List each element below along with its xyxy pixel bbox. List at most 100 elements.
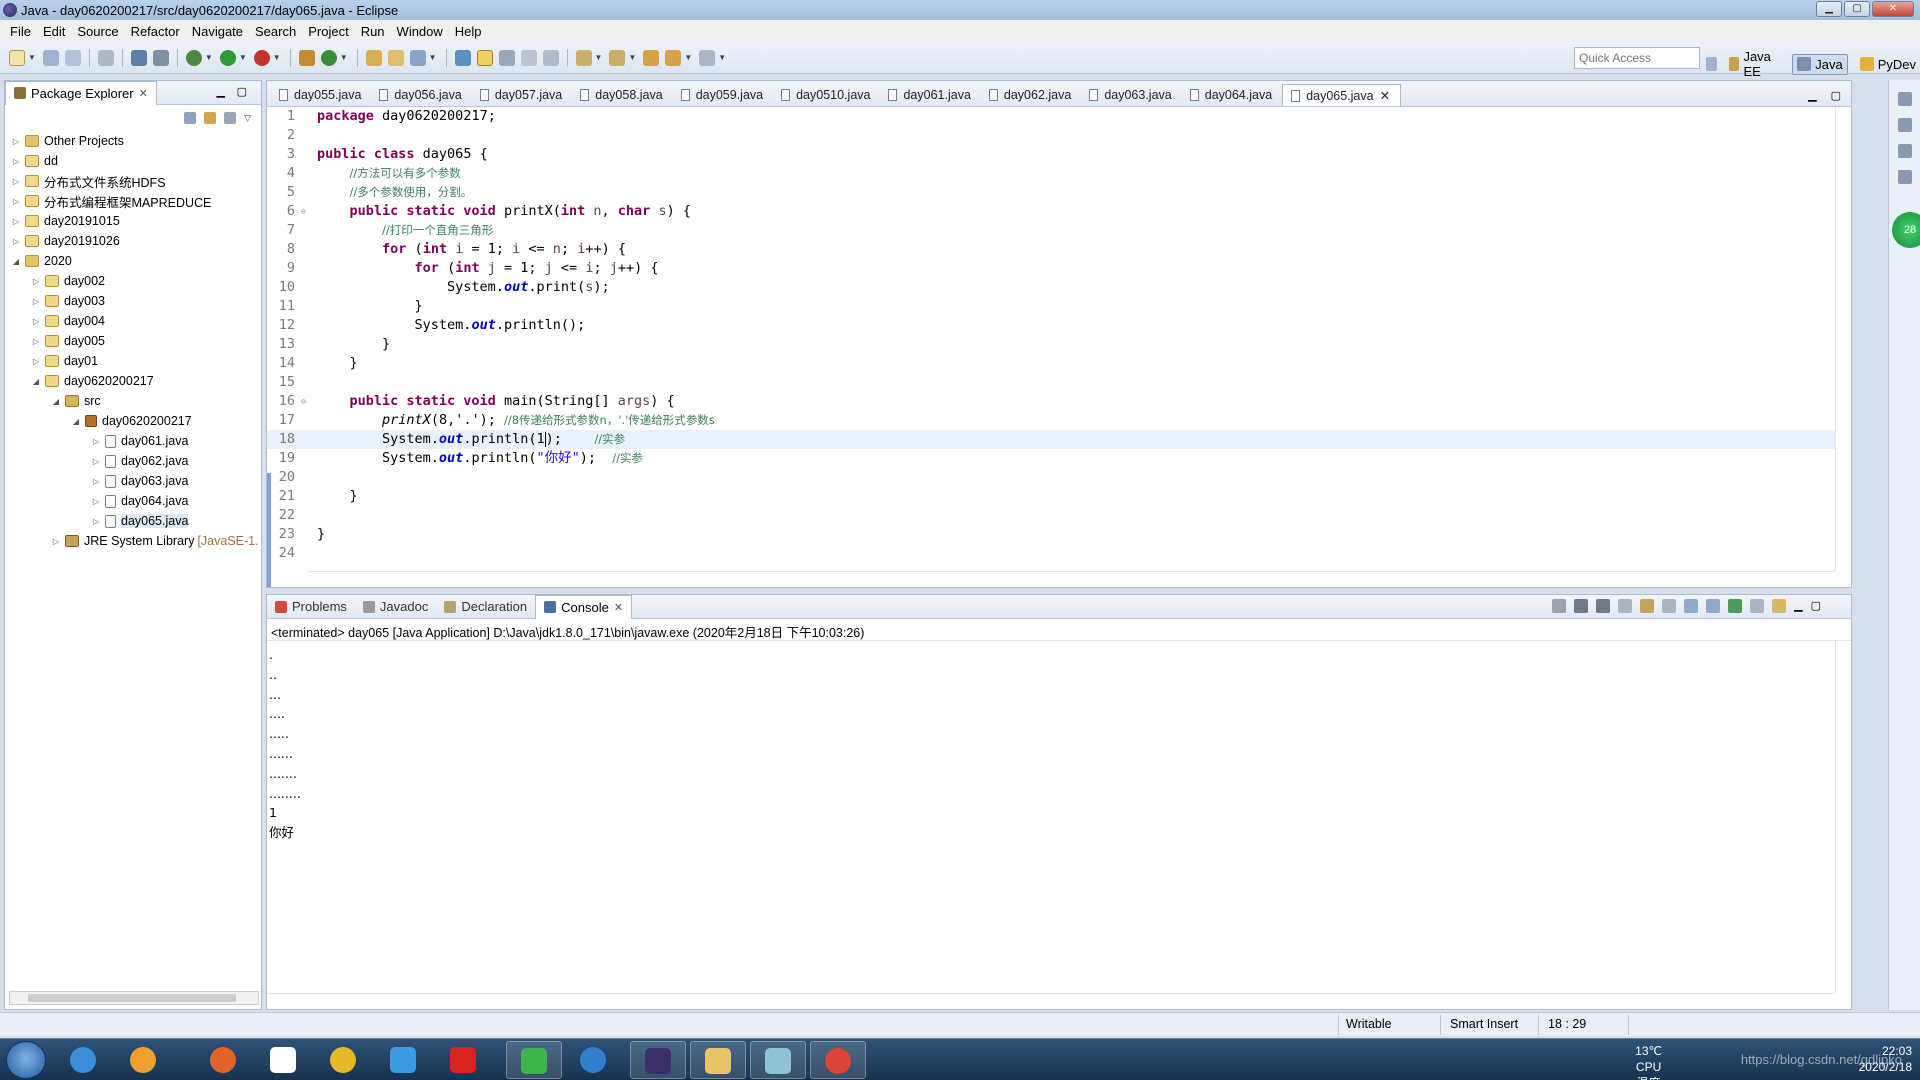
open-task-icon[interactable] xyxy=(387,49,404,66)
print-icon[interactable] xyxy=(97,49,114,66)
tree-item[interactable]: ▷ dd xyxy=(5,151,261,171)
taskbar-explorer-button[interactable] xyxy=(690,1041,746,1079)
minimize-button[interactable]: ▁ xyxy=(1816,1,1842,17)
editor-tab[interactable]: day055.java xyxy=(271,84,371,106)
perspective-java-ee[interactable]: Java EE xyxy=(1725,47,1784,81)
restore-icon[interactable] xyxy=(1897,144,1912,158)
expand-arrow-icon[interactable]: ▷ xyxy=(11,237,21,246)
taskbar-app-button[interactable] xyxy=(506,1041,562,1079)
close-button[interactable]: ✕ xyxy=(1872,1,1914,17)
expand-arrow-icon[interactable]: ▷ xyxy=(11,177,21,186)
collapse-arrow-icon[interactable]: ◢ xyxy=(51,397,61,406)
expand-arrow-icon[interactable]: ▷ xyxy=(91,497,101,506)
remove-launch-icon[interactable] xyxy=(1574,599,1589,613)
notification-badge[interactable]: 28 xyxy=(1892,212,1920,248)
word-wrap-icon[interactable] xyxy=(498,49,515,66)
editor-tab[interactable]: day061.java xyxy=(880,84,980,106)
fold-icon[interactable]: ⊖ xyxy=(301,392,309,411)
tab-package-explorer[interactable]: Package Explorer ✕ xyxy=(5,80,157,105)
minimize-view-icon[interactable]: ▁ xyxy=(217,85,225,98)
toggle-highlight-icon[interactable] xyxy=(476,49,493,66)
tab-console[interactable]: Console ✕ xyxy=(535,594,633,619)
editor-tab[interactable]: day065.java ✕ xyxy=(1282,84,1402,106)
previous-annotation-icon[interactable] xyxy=(609,49,626,66)
last-edit-location-icon[interactable] xyxy=(643,49,660,66)
taskbar-eclipse-button[interactable] xyxy=(630,1041,686,1079)
search-icon[interactable] xyxy=(409,49,426,66)
horizontal-scrollbar[interactable] xyxy=(9,991,259,1005)
open-console-icon[interactable] xyxy=(1772,599,1787,613)
menu-project[interactable]: Project xyxy=(302,24,354,39)
perspective-pydev[interactable]: PyDev xyxy=(1856,55,1920,74)
restore-icon[interactable] xyxy=(1897,92,1912,106)
expand-arrow-icon[interactable]: ▷ xyxy=(11,197,21,206)
show-on-stdout-icon[interactable] xyxy=(1684,599,1699,613)
tree-item[interactable]: ▷ day005 xyxy=(5,331,261,351)
skip-breakpoints-icon[interactable] xyxy=(152,49,169,66)
tree-item[interactable]: ▷ day20191015 xyxy=(5,211,261,231)
back-icon[interactable] xyxy=(665,49,682,66)
tree-item[interactable]: ◢ day0620200217 xyxy=(5,371,261,391)
expand-arrow-icon[interactable]: ▷ xyxy=(31,297,41,306)
tree-item[interactable]: ▷ 分布式编程框架MAPREDUCE xyxy=(5,191,261,211)
tree-item[interactable]: ◢ 2020 xyxy=(5,251,261,271)
editor-horizontal-scrollbar[interactable] xyxy=(307,571,1835,587)
maximize-editor-icon[interactable]: ▢ xyxy=(1831,89,1841,102)
expand-arrow-icon[interactable]: ▷ xyxy=(31,337,41,346)
expand-arrow-icon[interactable]: ▷ xyxy=(31,317,41,326)
tree-item[interactable]: ◢ src xyxy=(5,391,261,411)
console-vertical-scrollbar[interactable] xyxy=(1835,641,1851,993)
close-tab-icon[interactable]: ✕ xyxy=(139,87,148,100)
tree-item[interactable]: ▷ day062.java xyxy=(5,451,261,471)
expand-arrow-icon[interactable]: ▷ xyxy=(31,277,41,286)
tree-item[interactable]: ▷ day004 xyxy=(5,311,261,331)
fold-icon[interactable]: ⊖ xyxy=(301,202,309,221)
open-type-icon[interactable] xyxy=(365,49,382,66)
expand-arrow-icon[interactable]: ▷ xyxy=(91,517,101,526)
tree-item[interactable]: ▷ day01 xyxy=(5,351,261,371)
editor-tab[interactable]: day058.java xyxy=(572,84,672,106)
tree-item[interactable]: ▷ day063.java xyxy=(5,471,261,491)
tree-item[interactable]: ▷ 分布式文件系统HDFS xyxy=(5,171,261,191)
collapse-arrow-icon[interactable]: ◢ xyxy=(71,417,81,426)
new-icon[interactable] xyxy=(9,49,25,66)
console-horizontal-scrollbar[interactable] xyxy=(267,993,1835,1009)
new-java-project-icon[interactable] xyxy=(298,49,315,66)
save-icon[interactable] xyxy=(42,49,59,66)
quick-access-field[interactable]: Quick Access xyxy=(1574,47,1700,69)
taskbar-chrome-button[interactable] xyxy=(810,1041,866,1079)
expand-arrow-icon[interactable]: ▷ xyxy=(11,157,21,166)
block-selection-icon[interactable] xyxy=(520,49,537,66)
expand-arrow-icon[interactable]: ▷ xyxy=(51,537,61,546)
open-perspective-icon[interactable] xyxy=(1706,57,1717,71)
remove-all-terminated-icon[interactable] xyxy=(1596,599,1611,613)
expand-arrow-icon[interactable]: ▷ xyxy=(31,357,41,366)
forward-icon[interactable] xyxy=(699,49,716,66)
expand-arrow-icon[interactable]: ▷ xyxy=(91,477,101,486)
start-button[interactable] xyxy=(6,1041,46,1079)
taskbar-cloud-button[interactable] xyxy=(376,1041,432,1079)
editor-tab[interactable]: day056.java xyxy=(371,84,471,106)
pin-console-icon[interactable] xyxy=(1728,599,1743,613)
editor-tab[interactable]: day057.java xyxy=(472,84,572,106)
expand-arrow-icon[interactable]: ▷ xyxy=(11,217,21,226)
taskbar-app-button[interactable] xyxy=(750,1041,806,1079)
terminal-icon[interactable] xyxy=(130,49,147,66)
maximize-view-icon[interactable]: ▢ xyxy=(1811,599,1821,613)
menu-navigate[interactable]: Navigate xyxy=(186,24,249,39)
tab-javadoc[interactable]: Javadoc xyxy=(355,595,436,619)
tree-item[interactable]: ▷ day003 xyxy=(5,291,261,311)
menu-run[interactable]: Run xyxy=(355,24,391,39)
editor-tab[interactable]: day062.java xyxy=(981,84,1081,106)
taskbar-ie-button[interactable] xyxy=(566,1041,622,1079)
menu-source[interactable]: Source xyxy=(71,24,124,39)
link-with-editor-icon[interactable] xyxy=(204,112,217,124)
expand-arrow-icon[interactable]: ▷ xyxy=(91,437,101,446)
minimize-view-icon[interactable]: ▁ xyxy=(1794,599,1802,613)
menu-help[interactable]: Help xyxy=(449,24,488,39)
menu-window[interactable]: Window xyxy=(391,24,449,39)
collapse-arrow-icon[interactable]: ◢ xyxy=(11,257,21,266)
minimize-editor-icon[interactable]: ▁ xyxy=(1808,89,1816,102)
new-java-class-icon[interactable] xyxy=(320,49,337,66)
taskbar-youdao-button[interactable] xyxy=(436,1041,492,1079)
